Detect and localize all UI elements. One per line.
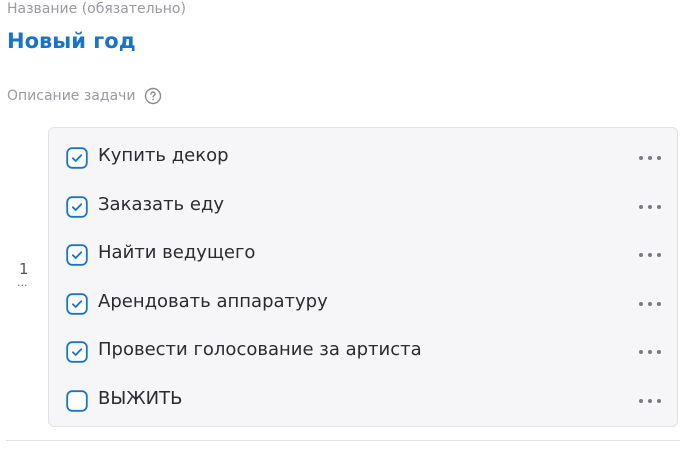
help-icon[interactable]	[144, 87, 162, 105]
checklist-item[interactable]: Заказать еду	[49, 183, 677, 231]
checklist-item[interactable]: Купить декор	[49, 134, 677, 182]
more-horizontal-icon[interactable]	[639, 245, 661, 265]
checkbox-unchecked-icon[interactable]	[66, 389, 88, 412]
more-horizontal-icon[interactable]	[639, 148, 661, 168]
title-field-label: Название (обязательно)	[7, 1, 186, 17]
checklist-item-label[interactable]: ВЫЖИТЬ	[98, 388, 182, 409]
checklist-item-label[interactable]: Арендовать аппаратуру	[98, 291, 328, 312]
checklist-block: Купить декор Заказать еду Найти ведущего Ар…	[48, 127, 678, 427]
checklist-item[interactable]: Арендовать аппаратуру	[49, 280, 677, 328]
checkbox-checked-icon[interactable]	[66, 147, 88, 169]
more-horizontal-icon[interactable]	[639, 294, 661, 314]
checkbox-checked-icon[interactable]	[66, 341, 88, 363]
checklist-item-label[interactable]: Найти ведущего	[98, 242, 255, 263]
task-form: Название (обязательно) Новый год Описани…	[0, 0, 700, 454]
description-label: Описание задачи	[7, 88, 136, 104]
checkbox-checked-icon[interactable]	[66, 292, 88, 315]
more-horizontal-icon[interactable]	[639, 342, 661, 362]
divider	[6, 440, 680, 441]
checklist-item[interactable]: Провести голосование за артиста	[49, 328, 677, 376]
more-horizontal-icon[interactable]	[639, 391, 661, 411]
checkbox-checked-icon[interactable]	[66, 244, 88, 266]
checklist-item-label[interactable]: Заказать еду	[98, 194, 224, 215]
checklist-item[interactable]: ВЫЖИТЬ	[49, 377, 677, 425]
title-field-value[interactable]: Новый год	[7, 29, 136, 53]
checkbox-checked-icon[interactable]	[66, 195, 88, 218]
checklist-item-label[interactable]: Купить декор	[98, 145, 229, 166]
checklist-item-label[interactable]: Провести голосование за артиста	[98, 339, 422, 360]
block-drag-handle[interactable]: ...	[17, 276, 28, 289]
description-label-row: Описание задачи	[7, 87, 162, 105]
more-horizontal-icon[interactable]	[639, 197, 661, 217]
checklist-item[interactable]: Найти ведущего	[49, 231, 677, 279]
